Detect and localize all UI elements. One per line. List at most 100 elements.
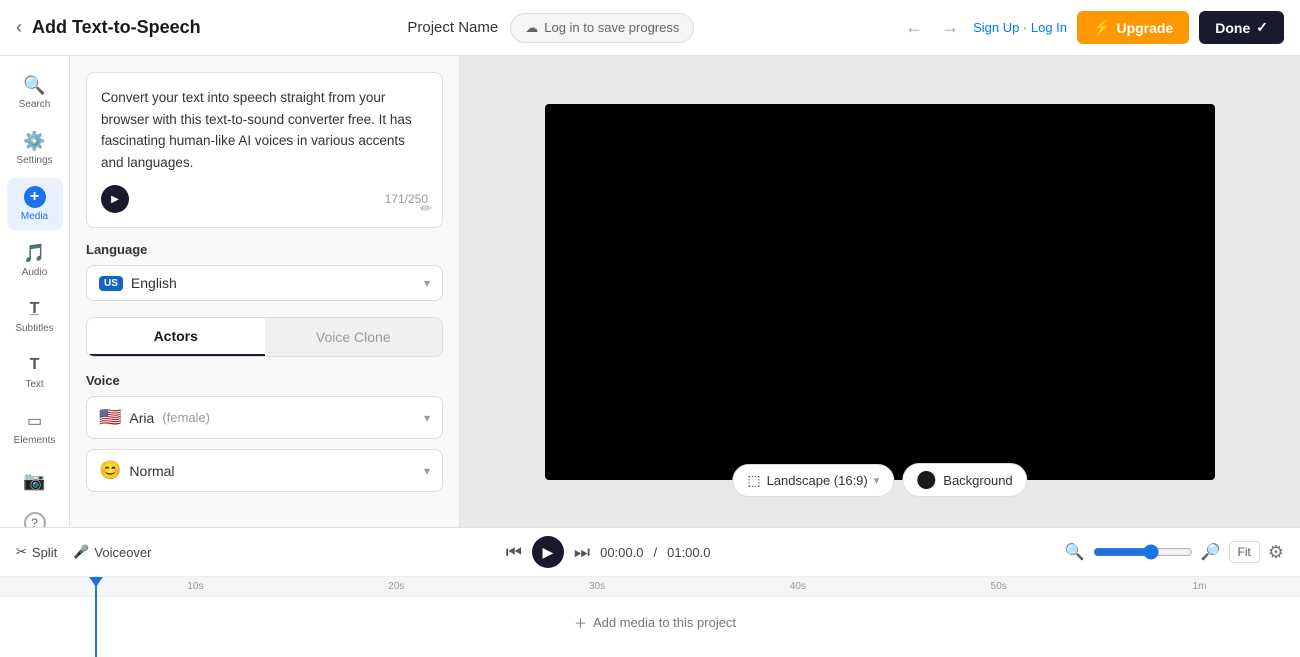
save-progress-button[interactable]: ☁ Log in to save progress	[510, 13, 694, 43]
upgrade-button[interactable]: ⚡ Upgrade	[1077, 11, 1189, 44]
chevron-down-icon: ▾	[424, 276, 430, 290]
icon-sidebar: 🔍 Search ⚙️ Settings + Media 🎵 Audio T̲ …	[0, 56, 70, 527]
ruler-mark-50s: 50s	[898, 581, 1099, 592]
timeline-play-button[interactable]: ▶	[532, 536, 564, 568]
voice-flag: 🇺🇸	[99, 407, 121, 428]
voice-section: Voice 🇺🇸 Aria (female) ▾ 😊 Normal ▾	[86, 373, 443, 492]
sidebar-item-text[interactable]: T Text	[7, 346, 63, 398]
language-section: Language US English ▾	[86, 242, 443, 317]
timecode-separator: /	[653, 545, 657, 560]
zoom-in-button[interactable]: 🔎	[1201, 542, 1221, 562]
done-label: Done	[1215, 20, 1250, 36]
background-button[interactable]: Background	[902, 463, 1027, 497]
voiceover-icon: 🎤	[73, 544, 89, 560]
search-icon: 🔍	[24, 74, 46, 96]
fit-button[interactable]: Fit	[1229, 541, 1260, 563]
text-area-footer: ▶ 171/250	[101, 185, 428, 213]
sidebar-item-search[interactable]: 🔍 Search	[7, 66, 63, 118]
ruler-mark-1m: 1m	[1099, 581, 1300, 592]
language-value: English	[131, 275, 177, 291]
landscape-button[interactable]: ⬚ Landscape (16:9) ▾	[732, 464, 894, 497]
skip-back-button[interactable]: ⏮	[506, 542, 522, 563]
timeline-toolbar: ✂ Split 🎤 Voiceover ⏮ ▶ ⏭ 00:00.0 / 01:0…	[0, 528, 1300, 577]
help-icon: ?	[24, 512, 46, 527]
camera-icon: 📷	[24, 470, 46, 492]
header: ‹ Add Text-to-Speech Project Name ☁ Log …	[0, 0, 1300, 56]
zoom-slider-wrap	[1093, 544, 1193, 560]
sidebar-item-subtitles[interactable]: T̲ Subtitles	[7, 290, 63, 342]
plus-icon: ＋	[574, 613, 587, 632]
video-preview	[545, 104, 1215, 480]
sidebar-item-media[interactable]: + Media	[7, 178, 63, 230]
main-area: 🔍 Search ⚙️ Settings + Media 🎵 Audio T̲ …	[0, 56, 1300, 527]
signup-link[interactable]: Sign Up	[973, 20, 1019, 35]
language-dropdown[interactable]: US English ▾	[86, 265, 443, 301]
landscape-icon: ⬚	[747, 472, 760, 489]
timeline-area: ✂ Split 🎤 Voiceover ⏮ ▶ ⏭ 00:00.0 / 01:0…	[0, 527, 1300, 657]
voice-style-dropdown[interactable]: 😊 Normal ▾	[86, 449, 443, 492]
language-label: Language	[86, 242, 443, 257]
undo-button[interactable]: ←	[901, 13, 927, 42]
login-link[interactable]: Log In	[1031, 20, 1067, 35]
voice-name: Aria	[129, 410, 154, 426]
sidebar-label-media: Media	[21, 211, 48, 222]
back-button[interactable]: ‹	[16, 17, 22, 38]
voice-label: Voice	[86, 373, 443, 388]
sidebar-item-help[interactable]: ?	[7, 504, 63, 527]
sidebar-item-settings[interactable]: ⚙️ Settings	[7, 122, 63, 174]
sidebar-item-camera[interactable]: 📷	[7, 462, 63, 500]
language-flag: US	[99, 276, 123, 291]
subtitles-icon: T̲	[24, 298, 46, 320]
split-label: Split	[32, 545, 57, 560]
voice-dropdown[interactable]: 🇺🇸 Aria (female) ▾	[86, 396, 443, 439]
redo-button[interactable]: →	[937, 13, 963, 42]
done-icon: ✓	[1256, 19, 1268, 36]
text-input-area[interactable]: Convert your text into speech straight f…	[86, 72, 443, 228]
sidebar-item-audio[interactable]: 🎵 Audio	[7, 234, 63, 286]
background-label: Background	[943, 473, 1012, 488]
language-dropdown-left: US English	[99, 275, 177, 291]
preview-play-button[interactable]: ▶	[101, 185, 129, 213]
done-button[interactable]: Done ✓	[1199, 11, 1284, 44]
zoom-out-button[interactable]: 🔍	[1065, 542, 1085, 562]
timeline-playback-controls: ⏮ ▶ ⏭ 00:00.0 / 01:00.0	[167, 536, 1048, 568]
sidebar-label-subtitles: Subtitles	[15, 323, 53, 334]
voice-tabs: Actors Voice Clone	[86, 317, 443, 357]
zoom-slider[interactable]	[1093, 544, 1193, 560]
page-title: Add Text-to-Speech	[32, 17, 201, 38]
sidebar-item-elements[interactable]: ▭ Elements	[7, 402, 63, 454]
add-media-label: Add media to this project	[593, 615, 736, 630]
voice-gender: (female)	[162, 410, 210, 425]
timeline-zoom-controls: 🔍 🔎 Fit ⚙	[1065, 541, 1284, 563]
landscape-chevron-icon: ▾	[874, 474, 880, 487]
tab-voice-clone[interactable]: Voice Clone	[265, 318, 443, 356]
audio-icon: 🎵	[24, 242, 46, 264]
total-timecode: 01:00.0	[667, 545, 710, 560]
tab-actors[interactable]: Actors	[87, 318, 265, 356]
text-content: Convert your text into speech straight f…	[101, 87, 428, 173]
timeline-ruler: 10s 20s 30s 40s 50s 1m	[0, 577, 1300, 597]
timeline-settings-button[interactable]: ⚙	[1268, 542, 1284, 563]
ruler-mark-40s: 40s	[697, 581, 898, 592]
timeline-content: ＋ Add media to this project	[0, 597, 1300, 647]
split-icon: ✂	[16, 544, 27, 560]
ruler-mark-20s: 20s	[296, 581, 497, 592]
skip-forward-button[interactable]: ⏭	[574, 542, 590, 563]
plus-icon: +	[24, 186, 46, 208]
voice-dropdown-left: 🇺🇸 Aria (female)	[99, 407, 210, 428]
header-right: ← → Sign Up · Log In ⚡ Upgrade Done ✓	[901, 11, 1284, 44]
style-value: Normal	[129, 463, 174, 479]
add-media-button[interactable]: ＋ Add media to this project	[574, 613, 736, 632]
video-controls-bar: ⬚ Landscape (16:9) ▾ Background	[732, 463, 1027, 497]
split-button[interactable]: ✂ Split	[16, 544, 57, 560]
auth-links: Sign Up · Log In	[973, 20, 1067, 35]
landscape-label: Landscape (16:9)	[767, 473, 868, 488]
cloud-icon: ☁	[525, 20, 538, 36]
playhead	[95, 577, 97, 657]
voiceover-button[interactable]: 🎤 Voiceover	[73, 544, 151, 560]
sidebar-label-text: Text	[25, 379, 43, 390]
header-center: Project Name ☁ Log in to save progress	[407, 13, 694, 43]
edit-icon[interactable]: ✏	[420, 200, 432, 217]
sidebar-label-audio: Audio	[22, 267, 48, 278]
video-canvas: ⬚ Landscape (16:9) ▾ Background	[460, 56, 1300, 527]
